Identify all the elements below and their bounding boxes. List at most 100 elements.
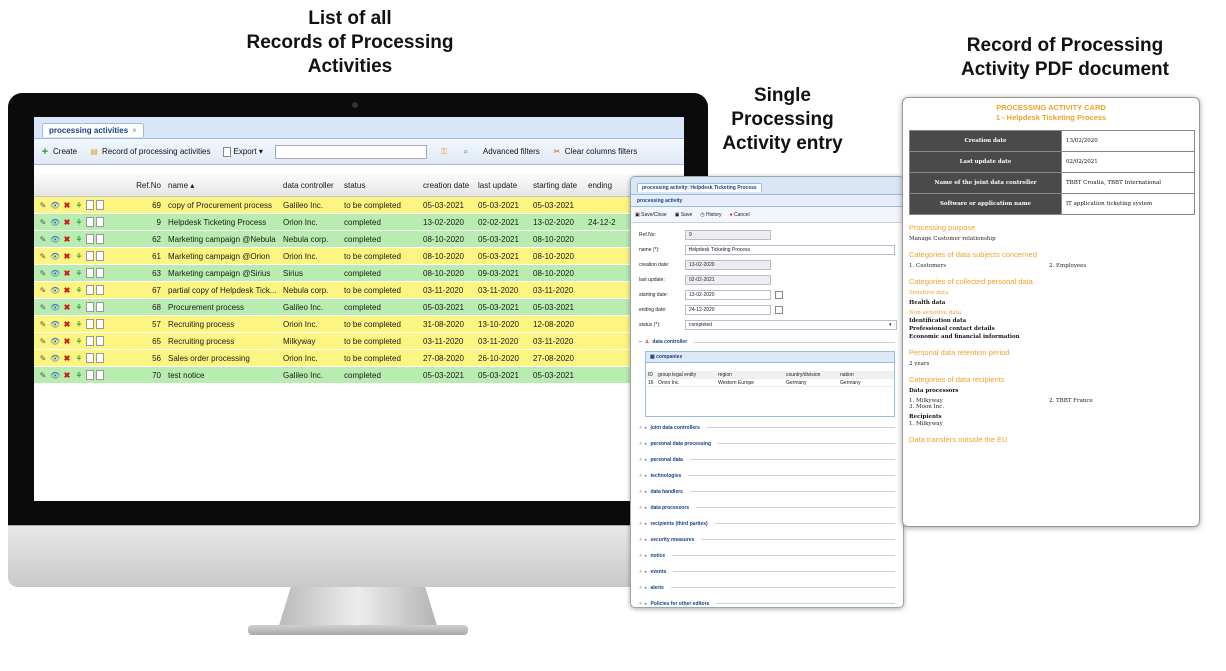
- header-creation-date[interactable]: creation date: [420, 181, 475, 190]
- view-icon[interactable]: 👁: [50, 319, 60, 330]
- table-row[interactable]: ✎ 👁 ✖ ⚘ 70 test notice Galileo Inc. completed 05…: [34, 367, 684, 384]
- tree-icon[interactable]: ⚘: [74, 336, 84, 347]
- view-icon[interactable]: 👁: [50, 353, 60, 364]
- record-button[interactable]: ▤ Record of processing activities: [89, 147, 210, 157]
- clear-filters-button[interactable]: ✂ Clear columns filters: [552, 147, 637, 157]
- section-header[interactable]: + ▸ joint data controllers: [639, 422, 895, 433]
- edit-icon[interactable]: ✎: [38, 217, 48, 228]
- edit-icon[interactable]: ✎: [38, 302, 48, 313]
- section-header[interactable]: + ▸ technologies: [639, 470, 895, 481]
- field-input[interactable]: Helpdesk Ticketing Process: [684, 244, 895, 255]
- tree-icon[interactable]: ⚘: [74, 285, 84, 296]
- section-header[interactable]: + ▸ security measures: [639, 534, 895, 545]
- tree-icon[interactable]: ⚘: [74, 370, 84, 381]
- tab-processing-activities[interactable]: processing activities ×: [42, 123, 144, 137]
- table-row[interactable]: ✎ 👁 ✖ ⚘ 62 Marketing campaign @Nebula Nebula c…: [34, 231, 684, 248]
- table-row[interactable]: ✎ 👁 ✖ ⚘ 56 Sales order processing Orion Inc. to…: [34, 350, 684, 367]
- calendar-icon[interactable]: [775, 305, 783, 314]
- edit-icon[interactable]: ✎: [38, 234, 48, 245]
- header-ref[interactable]: Ref.No: [130, 181, 165, 190]
- history-button[interactable]: ◷ History: [700, 212, 721, 218]
- delete-icon[interactable]: ✖: [62, 251, 72, 262]
- copy-icon[interactable]: [86, 301, 94, 312]
- copy-icon[interactable]: [86, 369, 94, 380]
- table-row[interactable]: ✎ 👁 ✖ ⚘ 63 Marketing campaign @Sirius Sirius co…: [34, 265, 684, 282]
- table-row[interactable]: ✎ 👁 ✖ ⚘ 68 Procurement process Galileo Inc. com…: [34, 299, 684, 316]
- pdf-icon[interactable]: [96, 369, 104, 380]
- header-starting-date[interactable]: starting date: [530, 181, 585, 190]
- view-icon[interactable]: 👁: [50, 336, 60, 347]
- edit-icon[interactable]: ✎: [38, 285, 48, 296]
- tree-icon[interactable]: ⚘: [74, 234, 84, 245]
- header-controller[interactable]: data controller: [280, 181, 341, 190]
- view-icon[interactable]: 👁: [50, 251, 60, 262]
- view-icon[interactable]: 👁: [50, 217, 60, 228]
- header-ending-date[interactable]: ending: [585, 181, 625, 190]
- section-header[interactable]: + ▸ notice: [639, 550, 895, 561]
- copy-icon[interactable]: [86, 352, 94, 363]
- edit-icon[interactable]: ✎: [38, 370, 48, 381]
- delete-icon[interactable]: ✖: [62, 200, 72, 211]
- pdf-icon[interactable]: [96, 335, 104, 346]
- search-button[interactable]: ⌕: [461, 147, 471, 157]
- copy-icon[interactable]: [86, 318, 94, 329]
- edit-icon[interactable]: ✎: [38, 200, 48, 211]
- calendar-icon[interactable]: [775, 290, 783, 299]
- close-icon[interactable]: ×: [132, 126, 137, 135]
- entry-subtab[interactable]: processing activity: [631, 195, 903, 207]
- field-input[interactable]: completed: [685, 319, 897, 330]
- section-header[interactable]: + ▸ alerts: [639, 582, 895, 593]
- edit-icon[interactable]: ✎: [38, 319, 48, 330]
- tree-icon[interactable]: ⚘: [74, 217, 84, 228]
- advanced-filters-button[interactable]: Advanced filters: [483, 147, 540, 156]
- tree-icon[interactable]: ⚘: [74, 268, 84, 279]
- table-row[interactable]: ✎ 👁 ✖ ⚘ 61 Marketing campaign @Orion Orion Inc…: [34, 248, 684, 265]
- view-icon[interactable]: 👁: [50, 302, 60, 313]
- edit-icon[interactable]: ✎: [38, 336, 48, 347]
- copy-icon[interactable]: [86, 267, 94, 278]
- entry-tab[interactable]: processing activity: Helpdesk Ticketing …: [637, 183, 762, 192]
- pdf-icon[interactable]: [96, 199, 104, 210]
- pdf-icon[interactable]: [96, 301, 104, 312]
- save-button[interactable]: ▣ Save: [675, 212, 693, 218]
- search-input[interactable]: [274, 144, 427, 159]
- copy-icon[interactable]: [86, 233, 94, 244]
- view-icon[interactable]: 👁: [50, 370, 60, 381]
- section-header[interactable]: + ▸ Policies for other editors: [639, 598, 895, 607]
- copy-icon[interactable]: [86, 335, 94, 346]
- view-icon[interactable]: 👁: [50, 234, 60, 245]
- delete-icon[interactable]: ✖: [62, 217, 72, 228]
- companies-row[interactable]: 16 Orion Inc. Western Europe Germany Ger…: [646, 379, 894, 387]
- copy-icon[interactable]: [86, 284, 94, 295]
- save-close-button[interactable]: ▣ Save/Close: [635, 212, 667, 218]
- pdf-icon[interactable]: [96, 284, 104, 295]
- edit-icon[interactable]: ✎: [38, 353, 48, 364]
- section-header[interactable]: + ▸ personal data: [639, 454, 895, 465]
- pdf-icon[interactable]: [96, 352, 104, 363]
- view-icon[interactable]: 👁: [50, 200, 60, 211]
- create-button[interactable]: + Create: [40, 146, 77, 157]
- section-header[interactable]: + ▸ recipients (third parties): [639, 518, 895, 529]
- tree-icon[interactable]: ⚘: [74, 302, 84, 313]
- pdf-icon[interactable]: [96, 233, 104, 244]
- delete-icon[interactable]: ✖: [62, 285, 72, 296]
- data-controller-header[interactable]: − ♟ data controller: [639, 337, 895, 347]
- copy-icon[interactable]: [86, 250, 94, 261]
- header-status[interactable]: status: [341, 181, 420, 190]
- table-row[interactable]: ✎ 👁 ✖ ⚘ 57 Recruiting process Orion Inc. to be …: [34, 316, 684, 333]
- delete-icon[interactable]: ✖: [62, 302, 72, 313]
- export-button[interactable]: Export ▾: [222, 146, 263, 157]
- view-icon[interactable]: 👁: [50, 285, 60, 296]
- delete-icon[interactable]: ✖: [62, 353, 72, 364]
- edit-icon[interactable]: ✎: [38, 268, 48, 279]
- field-input[interactable]: 13-02-2020: [685, 289, 771, 300]
- section-header[interactable]: + ▸ events: [639, 566, 895, 577]
- table-row[interactable]: ✎ 👁 ✖ ⚘ 65 Recruiting process Milkyway to be co…: [34, 333, 684, 350]
- section-header[interactable]: + ▸ data handlers: [639, 486, 895, 497]
- delete-icon[interactable]: ✖: [62, 336, 72, 347]
- pdf-icon[interactable]: [96, 318, 104, 329]
- tree-icon[interactable]: ⚘: [74, 251, 84, 262]
- copy-icon[interactable]: [86, 216, 94, 227]
- edit-icon[interactable]: ✎: [38, 251, 48, 262]
- section-header[interactable]: + ▸ personal data processing: [639, 438, 895, 449]
